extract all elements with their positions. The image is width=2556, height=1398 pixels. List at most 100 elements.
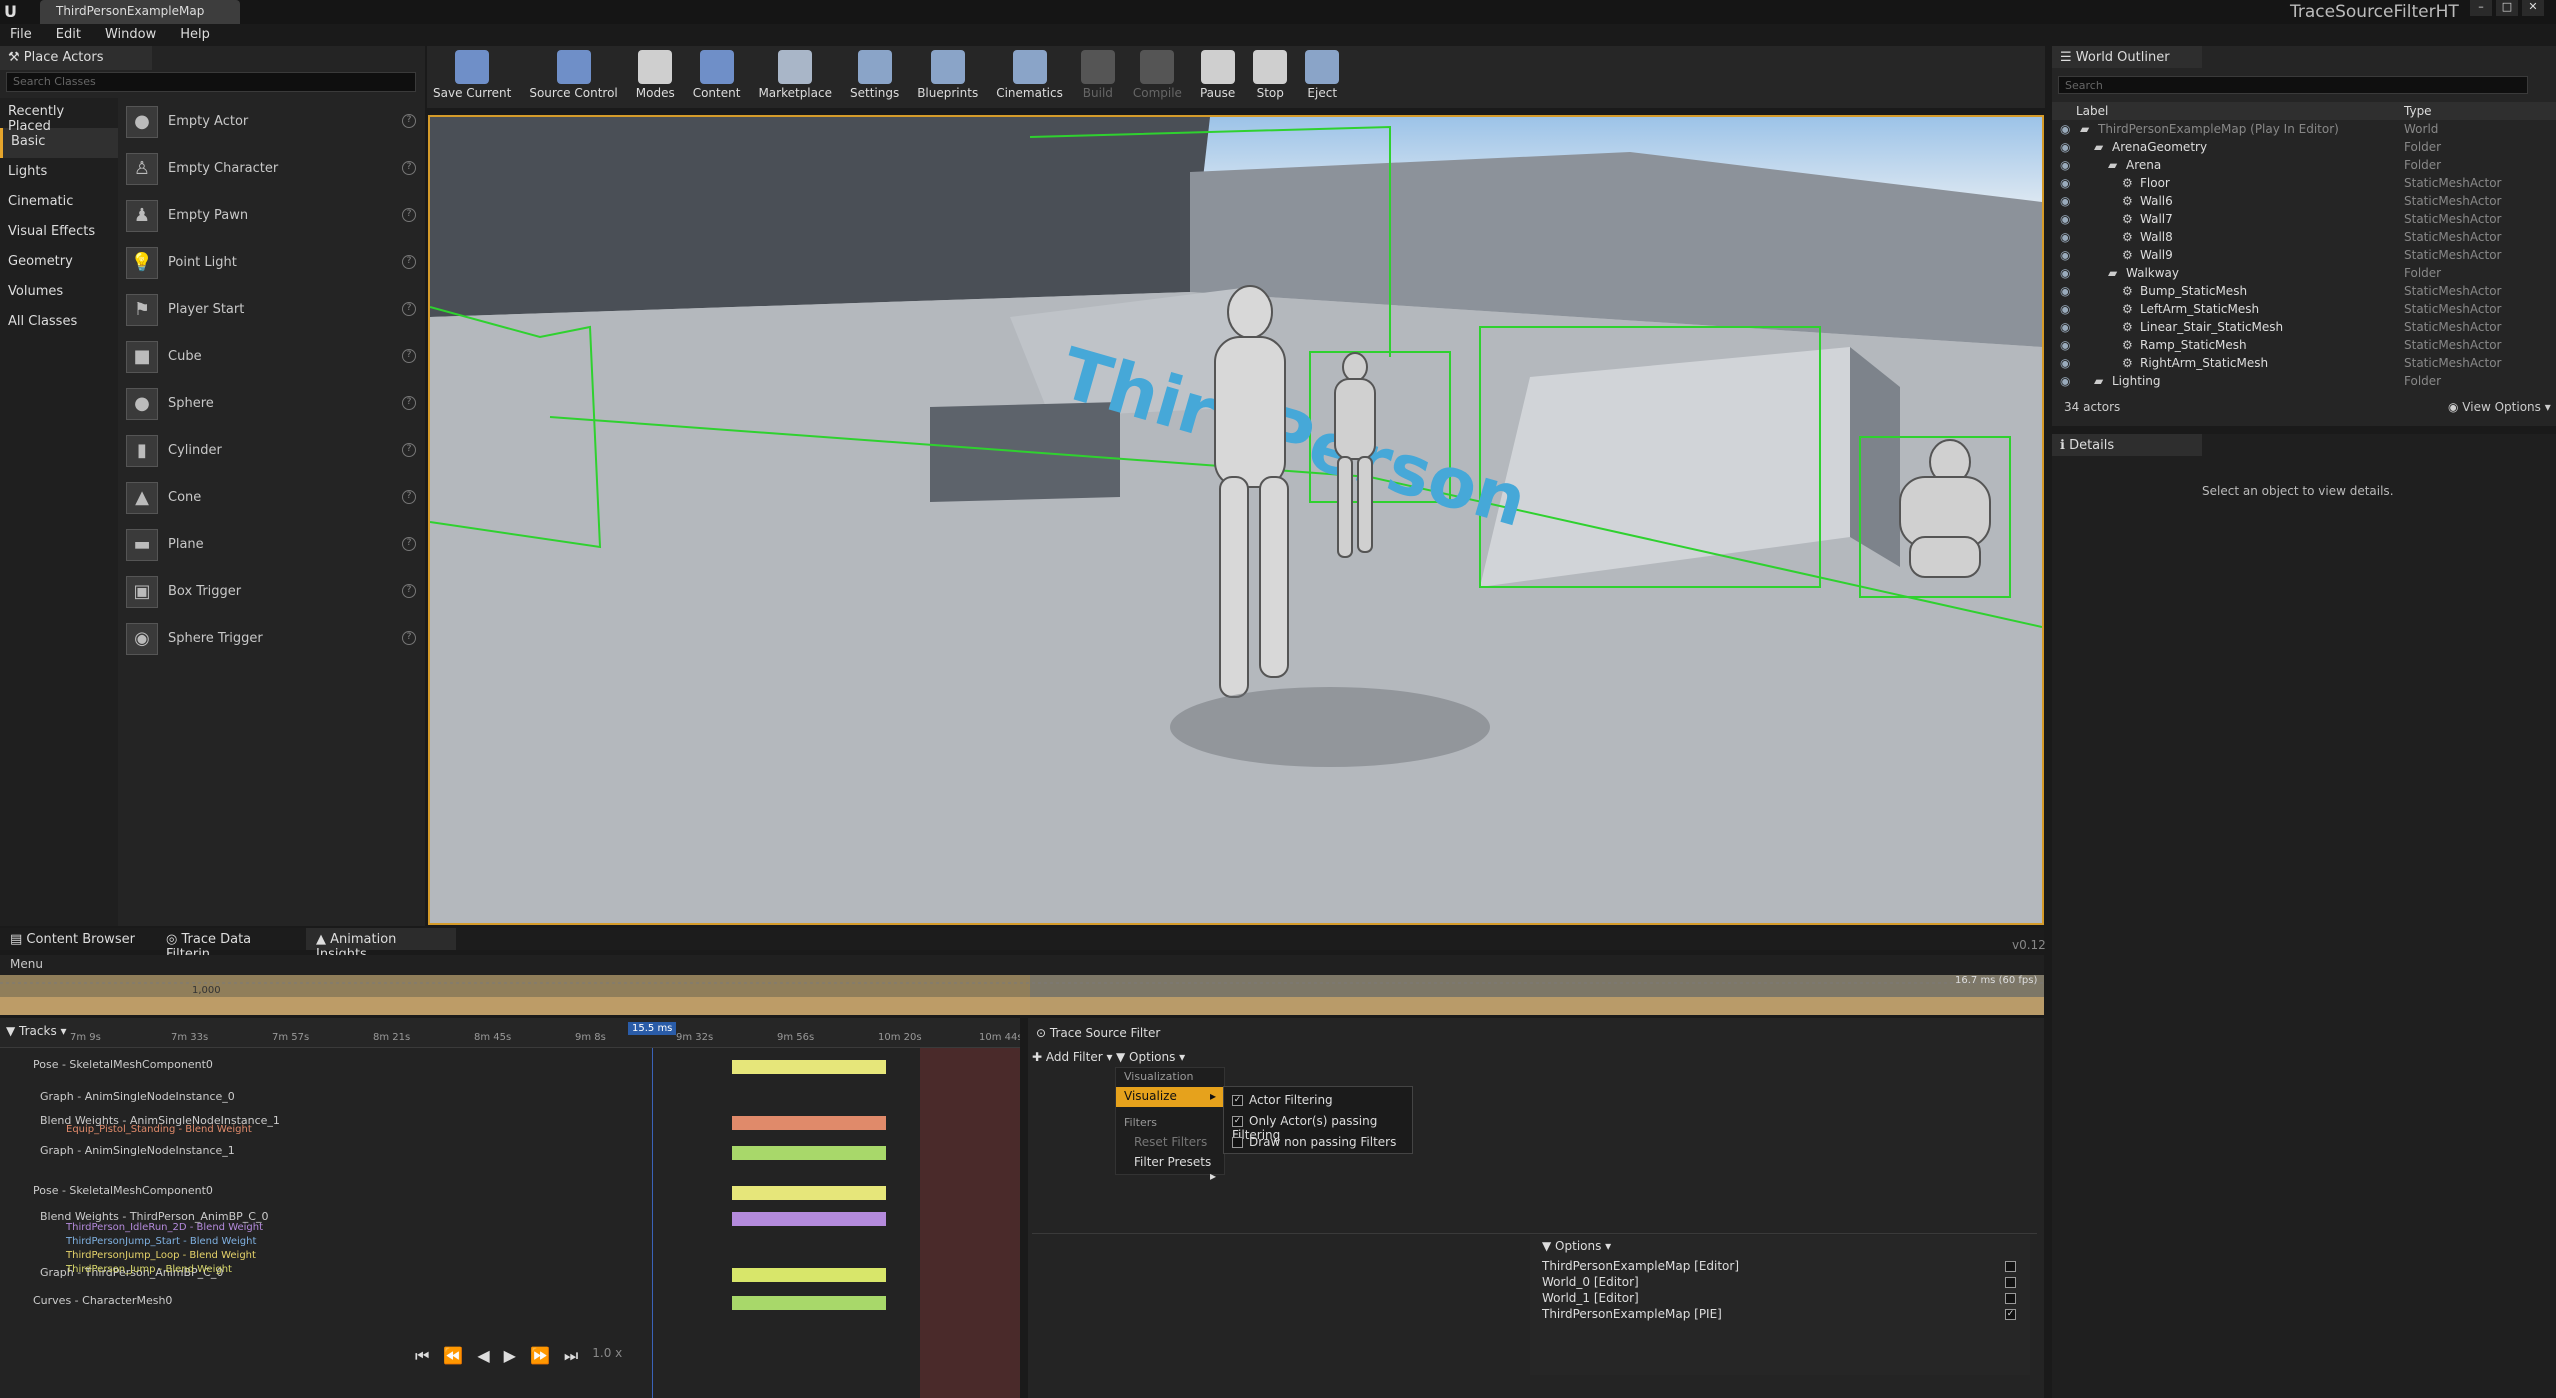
playback-speed[interactable]: 1.0 x bbox=[592, 1346, 622, 1366]
level-viewport[interactable]: ThirdPerson bbox=[428, 115, 2044, 925]
tab-content-browser[interactable]: ▤ Content Browser bbox=[0, 928, 150, 950]
frame-histogram[interactable]: 1,000 16.7 ms (60 fps) bbox=[0, 975, 2044, 1015]
worlds-options-button[interactable]: ▼ Options ▾ bbox=[1542, 1239, 1611, 1253]
maximize-icon[interactable]: □ bbox=[2496, 0, 2518, 16]
track-label[interactable]: Graph - AnimSingleNodeInstance_0 bbox=[40, 1090, 235, 1103]
world-row[interactable]: ThirdPersonExampleMap [PIE] ✓ bbox=[1542, 1307, 2032, 1321]
view-options-button[interactable]: ◉ View Options ▾ bbox=[2448, 400, 2551, 414]
tab-animation-insights[interactable]: ▲ Animation Insights bbox=[306, 928, 456, 962]
help-icon[interactable]: ? bbox=[402, 396, 416, 410]
help-icon[interactable]: ? bbox=[402, 255, 416, 269]
actor-item[interactable]: ♙ Empty Character? bbox=[122, 145, 422, 192]
reset-filters-item[interactable]: Reset Filters bbox=[1116, 1133, 1224, 1153]
help-icon[interactable]: ? bbox=[402, 584, 416, 598]
play-reverse-icon[interactable]: ◀ bbox=[477, 1346, 489, 1366]
visualize-menu-item[interactable]: Visualize ▸ bbox=[1116, 1087, 1224, 1107]
outliner-row[interactable]: ◉ ⚙ Wall8 StaticMeshActor bbox=[2052, 230, 2552, 248]
visualize-option[interactable]: ✓ Actor Filtering bbox=[1224, 1091, 1412, 1111]
category-visual-effects[interactable]: Visual Effects bbox=[0, 218, 118, 248]
visibility-eye-icon[interactable]: ◉ bbox=[2060, 338, 2070, 352]
track-event-bar[interactable] bbox=[732, 1296, 886, 1310]
skip-end-icon[interactable]: ⏭ bbox=[564, 1346, 578, 1366]
help-icon[interactable]: ? bbox=[402, 208, 416, 222]
outliner-row[interactable]: ◉ ⚙ Wall7 StaticMeshActor bbox=[2052, 212, 2552, 230]
outliner-row[interactable]: ◉ ⚙ Wall9 StaticMeshActor bbox=[2052, 248, 2552, 266]
checkbox[interactable]: ✓ bbox=[1232, 1095, 1243, 1106]
help-icon[interactable]: ? bbox=[402, 349, 416, 363]
level-tab[interactable]: ThirdPersonExampleMap bbox=[40, 0, 240, 24]
track-event-bar[interactable] bbox=[732, 1116, 886, 1130]
visualize-option[interactable]: ✓ Only Actor(s) passing Filtering bbox=[1224, 1112, 1412, 1142]
actor-item[interactable]: ▣ Box Trigger? bbox=[122, 568, 422, 615]
visibility-eye-icon[interactable]: ◉ bbox=[2060, 122, 2070, 136]
visibility-eye-icon[interactable]: ◉ bbox=[2060, 158, 2070, 172]
menu-edit[interactable]: Edit bbox=[56, 27, 81, 43]
checkbox[interactable] bbox=[1232, 1137, 1243, 1148]
content-button[interactable]: Content bbox=[693, 50, 740, 104]
add-filter-button[interactable]: ✚ Add Filter ▾ bbox=[1032, 1050, 1112, 1064]
outliner-row[interactable]: ◉ ▰ Arena Folder bbox=[2052, 158, 2552, 176]
world-checkbox[interactable] bbox=[2005, 1261, 2016, 1272]
place-actors-tab[interactable]: ⚒ Place Actors bbox=[0, 46, 152, 70]
category-recently-placed[interactable]: Recently Placed bbox=[0, 98, 118, 134]
options-button[interactable]: ▼ Options ▾ bbox=[1116, 1050, 1185, 1064]
track-label[interactable]: Pose - SkeletalMeshComponent0 bbox=[33, 1184, 213, 1197]
blueprints-button[interactable]: Blueprints bbox=[917, 50, 978, 104]
visibility-eye-icon[interactable]: ◉ bbox=[2060, 212, 2070, 226]
actor-item[interactable]: ■ Cube? bbox=[122, 333, 422, 380]
search-classes-input[interactable]: Search Classes bbox=[6, 72, 416, 92]
step-back-icon[interactable]: ⏪ bbox=[443, 1346, 463, 1366]
column-type[interactable]: Type bbox=[2404, 104, 2432, 118]
actor-item[interactable]: ⚑ Player Start? bbox=[122, 286, 422, 333]
column-label[interactable]: Label bbox=[2076, 104, 2108, 118]
marketplace-button[interactable]: Marketplace bbox=[758, 50, 832, 104]
world-row[interactable]: World_1 [Editor] bbox=[1542, 1291, 2032, 1305]
world-checkbox[interactable] bbox=[2005, 1277, 2016, 1288]
timeline-menu[interactable]: Menu bbox=[0, 955, 2044, 975]
visibility-eye-icon[interactable]: ◉ bbox=[2060, 356, 2070, 370]
visibility-eye-icon[interactable]: ◉ bbox=[2060, 266, 2070, 280]
build-button[interactable]: Build bbox=[1080, 50, 1115, 104]
menu-file[interactable]: File bbox=[10, 27, 32, 43]
visibility-eye-icon[interactable]: ◉ bbox=[2060, 302, 2070, 316]
visibility-eye-icon[interactable]: ◉ bbox=[2060, 194, 2070, 208]
eject-button[interactable]: Eject bbox=[1305, 50, 1340, 104]
track-event-bar[interactable] bbox=[732, 1268, 886, 1282]
filter-presets-item[interactable]: Filter Presets ▸ bbox=[1116, 1153, 1224, 1183]
outliner-row[interactable]: ◉ ⚙ Linear_Stair_StaticMesh StaticMeshActor bbox=[2052, 320, 2552, 338]
track-label[interactable]: Graph - AnimSingleNodeInstance_1 bbox=[40, 1144, 235, 1157]
world-outliner-tab[interactable]: ☰ World Outliner bbox=[2052, 46, 2202, 68]
actor-item[interactable]: ▲ Cone? bbox=[122, 474, 422, 521]
outliner-row[interactable]: ◉ ▰ ThirdPersonExampleMap (Play In Editor)… bbox=[2052, 122, 2552, 140]
visibility-eye-icon[interactable]: ◉ bbox=[2060, 140, 2070, 154]
close-icon[interactable]: ✕ bbox=[2522, 0, 2544, 16]
outliner-row[interactable]: ◉ ⚙ RightArm_StaticMesh StaticMeshActor bbox=[2052, 356, 2552, 374]
visibility-eye-icon[interactable]: ◉ bbox=[2060, 176, 2070, 190]
visibility-eye-icon[interactable]: ◉ bbox=[2060, 320, 2070, 334]
play-icon[interactable]: ▶ bbox=[504, 1346, 516, 1366]
help-icon[interactable]: ? bbox=[402, 443, 416, 457]
details-tab[interactable]: ℹ Details bbox=[2052, 434, 2202, 456]
outliner-row[interactable]: ◉ ⚙ Wall6 StaticMeshActor bbox=[2052, 194, 2552, 212]
outliner-row[interactable]: ◉ ⚙ Ramp_StaticMesh StaticMeshActor bbox=[2052, 338, 2552, 356]
outliner-row[interactable]: ◉ ▰ Lighting Folder bbox=[2052, 374, 2552, 392]
menu-window[interactable]: Window bbox=[105, 27, 156, 43]
help-icon[interactable]: ? bbox=[402, 302, 416, 316]
visibility-eye-icon[interactable]: ◉ bbox=[2060, 230, 2070, 244]
help-icon[interactable]: ? bbox=[402, 537, 416, 551]
outliner-row[interactable]: ◉ ▰ Walkway Folder bbox=[2052, 266, 2552, 284]
track-event-bar[interactable] bbox=[732, 1212, 886, 1226]
category-geometry[interactable]: Geometry bbox=[0, 248, 118, 278]
category-cinematic[interactable]: Cinematic bbox=[0, 188, 118, 218]
menu-help[interactable]: Help bbox=[180, 27, 210, 43]
stop-button[interactable]: Stop bbox=[1253, 50, 1288, 104]
step-forward-icon[interactable]: ⏩ bbox=[530, 1346, 550, 1366]
category-lights[interactable]: Lights bbox=[0, 158, 118, 188]
track-event-bar[interactable] bbox=[732, 1060, 886, 1074]
checkbox[interactable]: ✓ bbox=[1232, 1116, 1243, 1127]
compile-button[interactable]: Compile bbox=[1133, 50, 1182, 104]
cinematics-button[interactable]: Cinematics bbox=[996, 50, 1063, 104]
settings-button[interactable]: Settings bbox=[850, 50, 899, 104]
track-label[interactable]: Pose - SkeletalMeshComponent0 bbox=[33, 1058, 213, 1071]
track-event-bar[interactable] bbox=[732, 1146, 886, 1160]
